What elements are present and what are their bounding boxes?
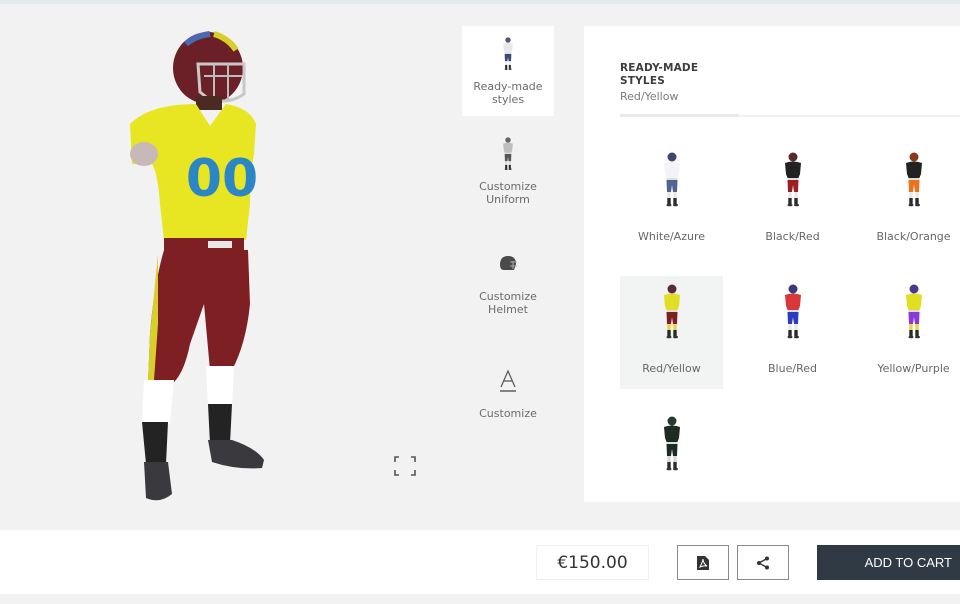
footer-bar: €150.00 ADD TO CART xyxy=(0,530,960,594)
helmet-icon xyxy=(493,246,523,282)
uniform-icon xyxy=(493,136,523,172)
style-thumbnail xyxy=(862,152,960,212)
style-thumbnail xyxy=(620,152,723,212)
style-name: Black/Orange xyxy=(876,230,951,243)
style-name: Blue/Red xyxy=(768,362,817,375)
menu-item-label: Customize xyxy=(479,406,537,420)
menu-item-ready-made-styles[interactable]: Ready-made styles xyxy=(462,26,554,116)
menu-item-label: Customize Uniform xyxy=(479,180,537,206)
bottom-strip xyxy=(0,594,960,604)
menu-item-customize-helmet[interactable]: Customize Helmet xyxy=(462,226,554,336)
customizer-menu: Ready-made styles Customize Uniform Cust… xyxy=(462,26,554,446)
player-icon xyxy=(493,36,523,72)
menu-item-customize[interactable]: Customize xyxy=(462,336,554,446)
share-button[interactable] xyxy=(737,545,789,580)
pdf-icon xyxy=(697,555,709,570)
player-figure: 00 xyxy=(130,31,264,501)
text-icon xyxy=(493,363,523,399)
share-icon xyxy=(757,556,769,569)
pdf-button[interactable] xyxy=(677,545,729,580)
jersey-number: 00 xyxy=(186,149,258,209)
style-thumbnail xyxy=(620,284,723,344)
style-option[interactable]: White/Azure xyxy=(620,144,723,257)
panel-title: READY-MADE STYLES xyxy=(620,62,699,87)
fullscreen-button[interactable] xyxy=(394,456,416,476)
player-model[interactable]: 00 xyxy=(0,4,460,530)
style-option[interactable]: Red/Yellow xyxy=(620,276,723,389)
style-option[interactable]: Black/Red xyxy=(741,144,844,257)
menu-item-label: Ready-made styles xyxy=(473,80,543,106)
add-to-cart-button[interactable]: ADD TO CART xyxy=(817,545,960,580)
menu-item-customize-uniform[interactable]: Customize Uniform xyxy=(462,116,554,226)
menu-item-label: Customize Helmet xyxy=(479,290,537,316)
panel-header: READY-MADE STYLES Red/Yellow xyxy=(620,62,730,103)
styles-panel: READY-MADE STYLES Red/Yellow White/Azure… xyxy=(584,26,960,502)
style-option[interactable]: Black/Orange xyxy=(862,144,960,257)
style-option[interactable] xyxy=(620,408,723,521)
style-option[interactable]: Blue/Red xyxy=(741,276,844,389)
style-thumbnail xyxy=(741,152,844,212)
style-name: White/Azure xyxy=(637,230,705,243)
style-name: Red/Yellow xyxy=(642,362,701,375)
fullscreen-icon xyxy=(394,456,416,476)
style-thumbnail xyxy=(620,416,723,476)
style-name: Black/Red xyxy=(765,230,820,243)
style-thumbnail xyxy=(862,284,960,344)
style-option[interactable]: Yellow/Purple xyxy=(862,276,960,389)
price-display: €150.00 xyxy=(536,545,649,580)
style-thumbnail xyxy=(741,284,844,344)
tab-active-indicator xyxy=(620,114,739,117)
style-name: Yellow/Purple xyxy=(877,362,950,375)
panel-subtitle: Red/Yellow xyxy=(620,90,679,103)
3d-viewer[interactable]: 00 xyxy=(0,4,460,530)
